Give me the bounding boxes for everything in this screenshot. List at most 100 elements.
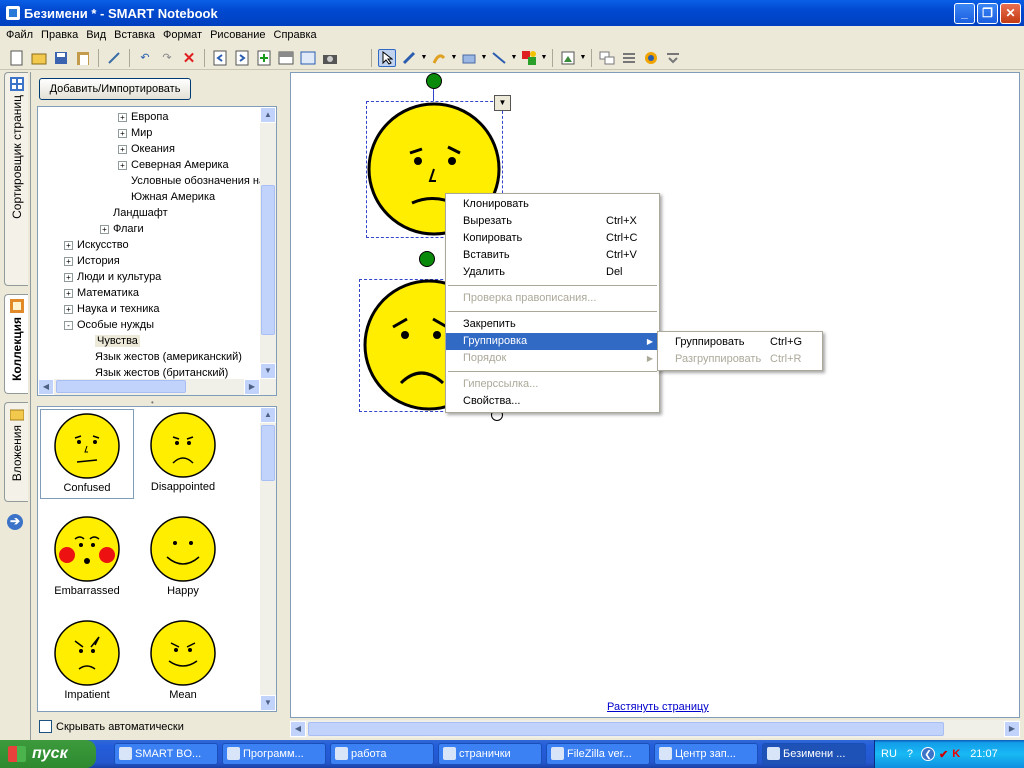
- save-icon[interactable]: [52, 49, 70, 67]
- menu-item[interactable]: Свойства...: [446, 393, 659, 410]
- scroll-thumb[interactable]: [261, 185, 275, 335]
- pen-icon[interactable]: [400, 49, 418, 67]
- tree-item[interactable]: - Особые нужды: [64, 317, 154, 333]
- add-import-button[interactable]: Добавить/Импортировать: [39, 78, 191, 100]
- shapes-icon[interactable]: [520, 49, 538, 67]
- creative-pen-dropdown-icon[interactable]: ▼: [450, 54, 458, 61]
- tree-item[interactable]: + Флаги: [100, 221, 144, 237]
- redo-icon[interactable]: ↷: [158, 49, 176, 67]
- menu-item[interactable]: Вставить Ctrl+V: [446, 247, 659, 264]
- scroll-down-icon[interactable]: ▼: [260, 363, 276, 379]
- scroll-left-icon[interactable]: ◀: [290, 721, 306, 737]
- expand-icon[interactable]: +: [100, 224, 109, 234]
- scroll-right-icon[interactable]: ▶: [1004, 721, 1020, 737]
- expand-icon[interactable]: +: [118, 128, 127, 138]
- tree-item[interactable]: + История: [64, 253, 120, 269]
- screen-shade-icon[interactable]: [277, 49, 295, 67]
- tree-item[interactable]: Язык жестов (американский): [95, 349, 242, 365]
- menu-edit[interactable]: Правка: [37, 29, 82, 41]
- help-icon[interactable]: ?: [907, 748, 913, 760]
- delete-icon[interactable]: ✕: [180, 49, 198, 67]
- taskbar-item[interactable]: Центр зап...: [654, 743, 758, 765]
- menu-help[interactable]: Справка: [270, 29, 321, 41]
- tab-gallery[interactable]: Коллекция: [4, 294, 28, 394]
- gallery-item[interactable]: Confused: [40, 409, 134, 499]
- menu-item[interactable]: Удалить Del: [446, 264, 659, 281]
- menu-item[interactable]: Копировать Ctrl+C: [446, 230, 659, 247]
- tree-item[interactable]: + Наука и техника: [64, 301, 160, 317]
- group-objects-icon[interactable]: [598, 49, 616, 67]
- camera-icon[interactable]: [321, 49, 339, 67]
- scroll-thumb[interactable]: [56, 380, 186, 393]
- scroll-down-icon[interactable]: ▼: [260, 695, 276, 711]
- scroll-right-icon[interactable]: ▶: [244, 379, 260, 395]
- expand-icon[interactable]: +: [64, 240, 73, 250]
- open-folder-icon[interactable]: [30, 49, 48, 67]
- move-sidebar-arrow-icon[interactable]: ➔: [7, 514, 23, 530]
- kaspersky-icon[interactable]: K: [952, 748, 960, 760]
- line-icon[interactable]: [490, 49, 508, 67]
- close-button[interactable]: ✕: [1000, 3, 1021, 24]
- full-screen-icon[interactable]: [299, 49, 317, 67]
- expand-icon[interactable]: +: [64, 256, 73, 266]
- tree-item[interactable]: + Искусство: [64, 237, 129, 253]
- taskbar-item-active[interactable]: Безимени ...: [762, 743, 866, 765]
- menu-item[interactable]: Клонировать: [446, 196, 659, 213]
- tab-attachments[interactable]: Вложения: [4, 402, 28, 502]
- tray-checkmark-icon[interactable]: ✔: [939, 748, 948, 761]
- menu-item[interactable]: Закрепить: [446, 316, 659, 333]
- taskbar-item[interactable]: FileZilla ver...: [546, 743, 650, 765]
- fill-dropdown-icon[interactable]: ▼: [579, 54, 587, 61]
- menu-insert[interactable]: Вставка: [110, 29, 159, 41]
- rotate-handle-icon[interactable]: [426, 73, 442, 89]
- tray-back-icon[interactable]: ❮: [921, 747, 936, 761]
- menu-view[interactable]: Вид: [82, 29, 110, 41]
- expand-icon[interactable]: +: [118, 112, 127, 122]
- shapes-dropdown-icon[interactable]: ▼: [540, 54, 548, 61]
- collapse-icon[interactable]: -: [64, 320, 73, 330]
- color-icon[interactable]: [642, 49, 660, 67]
- magic-pen-icon[interactable]: [105, 49, 123, 67]
- eraser-dropdown-icon[interactable]: ▼: [480, 54, 488, 61]
- select-arrow-icon[interactable]: [378, 48, 396, 67]
- tree-item[interactable]: + Математика: [64, 285, 139, 301]
- expand-icon[interactable]: +: [118, 144, 127, 154]
- fill-icon[interactable]: [559, 49, 577, 67]
- tree-item[interactable]: Южная Америка: [131, 189, 215, 205]
- tree-item[interactable]: Ландшафт: [113, 205, 168, 221]
- new-page-icon[interactable]: [8, 49, 26, 67]
- line-dropdown-icon[interactable]: ▼: [510, 54, 518, 61]
- scroll-thumb[interactable]: [308, 722, 944, 736]
- scroll-up-icon[interactable]: ▲: [260, 107, 276, 123]
- taskbar-item[interactable]: странички: [438, 743, 542, 765]
- tree-horizontal-scrollbar[interactable]: ◀ ▶: [38, 379, 276, 395]
- minimize-button[interactable]: _: [954, 3, 975, 24]
- gallery-item[interactable]: Embarrassed: [40, 513, 134, 603]
- expand-icon[interactable]: +: [118, 160, 127, 170]
- gallery-item[interactable]: Disappointed: [136, 409, 230, 499]
- tree-item[interactable]: + Европа: [118, 109, 169, 125]
- paste-icon[interactable]: [74, 49, 92, 67]
- autohide-option[interactable]: Скрывать автоматически: [39, 720, 184, 733]
- tree-item[interactable]: + Океания: [118, 141, 175, 157]
- language-indicator[interactable]: RU: [881, 748, 897, 760]
- gallery-item[interactable]: Mean: [136, 617, 230, 707]
- scroll-up-icon[interactable]: ▲: [260, 407, 276, 423]
- taskbar-item[interactable]: SMART BO...: [114, 743, 218, 765]
- tree-item[interactable]: Условные обозначения на к: [131, 173, 273, 189]
- tree-item[interactable]: + Люди и культура: [64, 269, 161, 285]
- tree-vertical-scrollbar[interactable]: ▲ ▼: [260, 107, 276, 379]
- thumbnails-scrollbar[interactable]: ▲ ▼: [260, 407, 276, 711]
- gallery-item[interactable]: Impatient: [40, 617, 134, 707]
- menu-item[interactable]: Группировать Ctrl+G: [658, 334, 822, 351]
- add-page-icon[interactable]: [255, 49, 273, 67]
- toolbar-more-icon[interactable]: [664, 49, 682, 67]
- eraser-icon[interactable]: [460, 49, 478, 67]
- menu-item[interactable]: Группировка ▶: [446, 333, 659, 350]
- tree-item[interactable]: Чувства: [95, 333, 140, 349]
- menu-file[interactable]: Файл: [2, 29, 37, 41]
- canvas-horizontal-scrollbar[interactable]: ◀ ▶: [290, 720, 1020, 738]
- properties-icon[interactable]: [620, 49, 638, 67]
- taskbar-item[interactable]: работа: [330, 743, 434, 765]
- menu-draw[interactable]: Рисование: [206, 29, 269, 41]
